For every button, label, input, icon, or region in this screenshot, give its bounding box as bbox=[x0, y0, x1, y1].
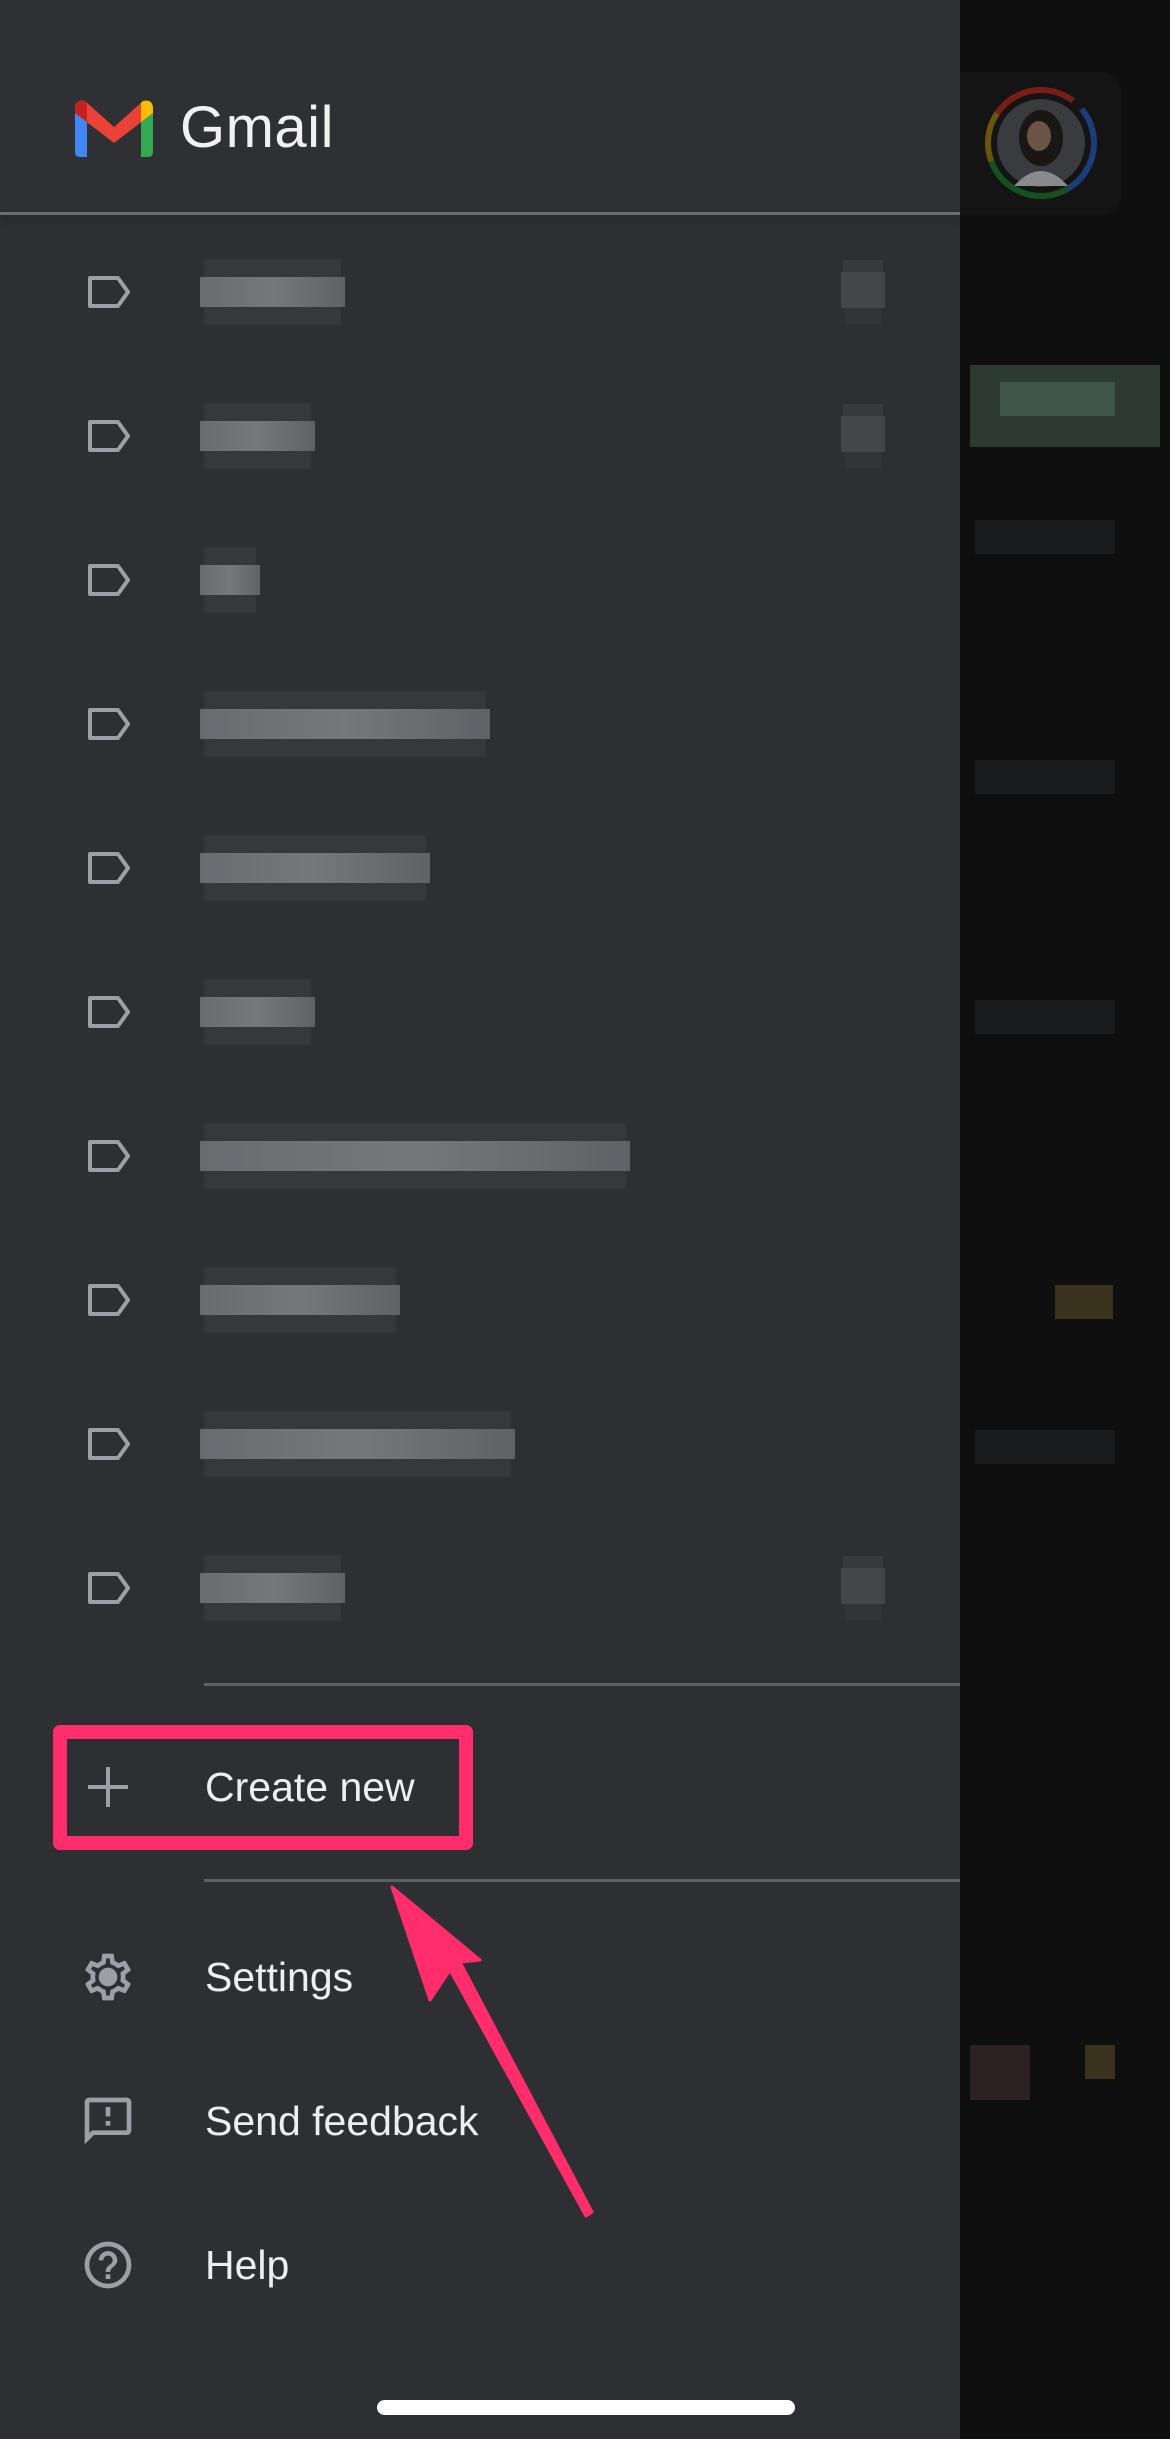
label-item[interactable] bbox=[0, 1228, 960, 1372]
label-name-redacted bbox=[200, 1573, 345, 1603]
help-icon bbox=[80, 2237, 136, 2293]
annotation-arrow-icon bbox=[380, 1870, 610, 2230]
label-name-redacted bbox=[200, 421, 315, 451]
home-indicator[interactable] bbox=[377, 2400, 795, 2415]
drawer-header: Gmail bbox=[0, 0, 960, 212]
blurred-inbox-text bbox=[975, 1000, 1115, 1034]
help-label: Help bbox=[205, 2242, 290, 2288]
gear-icon bbox=[80, 1949, 136, 2005]
label-name-redacted bbox=[200, 1141, 630, 1171]
label-icon bbox=[84, 1138, 132, 1174]
label-item[interactable] bbox=[0, 1372, 960, 1516]
label-icon bbox=[84, 418, 132, 454]
divider bbox=[204, 1683, 960, 1686]
avatar-icon bbox=[985, 87, 1097, 199]
label-count-redacted bbox=[841, 272, 885, 308]
gmail-logo-icon bbox=[75, 99, 153, 157]
label-item[interactable] bbox=[0, 508, 960, 652]
blurred-inbox-text bbox=[975, 1430, 1115, 1464]
label-item[interactable] bbox=[0, 940, 960, 1084]
label-item[interactable] bbox=[0, 796, 960, 940]
label-icon bbox=[84, 1282, 132, 1318]
label-name-redacted bbox=[200, 277, 345, 307]
label-icon bbox=[84, 706, 132, 742]
label-icon bbox=[84, 562, 132, 598]
label-name-redacted bbox=[200, 1429, 515, 1459]
blurred-inbox-star bbox=[1085, 2045, 1115, 2079]
annotation-highlight-box bbox=[53, 1725, 473, 1850]
settings-label: Settings bbox=[205, 1954, 354, 2000]
label-name-redacted bbox=[200, 1285, 400, 1315]
label-name-redacted bbox=[200, 709, 490, 739]
label-icon bbox=[84, 994, 132, 1030]
profile-avatar[interactable] bbox=[984, 86, 1098, 200]
label-item[interactable] bbox=[0, 220, 960, 364]
label-icon bbox=[84, 1426, 132, 1462]
label-item[interactable] bbox=[0, 1516, 960, 1660]
label-icon bbox=[84, 850, 132, 886]
label-icon bbox=[84, 1570, 132, 1606]
blurred-inbox-text bbox=[975, 520, 1115, 554]
label-icon bbox=[84, 274, 132, 310]
label-item[interactable] bbox=[0, 364, 960, 508]
label-item[interactable] bbox=[0, 652, 960, 796]
label-item[interactable] bbox=[0, 1084, 960, 1228]
label-name-redacted bbox=[200, 565, 260, 595]
app-title: Gmail bbox=[180, 95, 334, 160]
blurred-inbox-text bbox=[975, 760, 1115, 794]
label-count-redacted bbox=[841, 416, 885, 452]
label-name-redacted bbox=[200, 997, 315, 1027]
header-divider bbox=[0, 212, 960, 215]
label-count-redacted bbox=[841, 1568, 885, 1604]
blurred-inbox-star bbox=[1055, 1285, 1113, 1319]
label-name-redacted bbox=[200, 853, 430, 883]
blurred-inbox-chip-highlight bbox=[1000, 382, 1115, 416]
blurred-inbox-chip bbox=[970, 2045, 1030, 2100]
feedback-icon bbox=[80, 2093, 136, 2149]
